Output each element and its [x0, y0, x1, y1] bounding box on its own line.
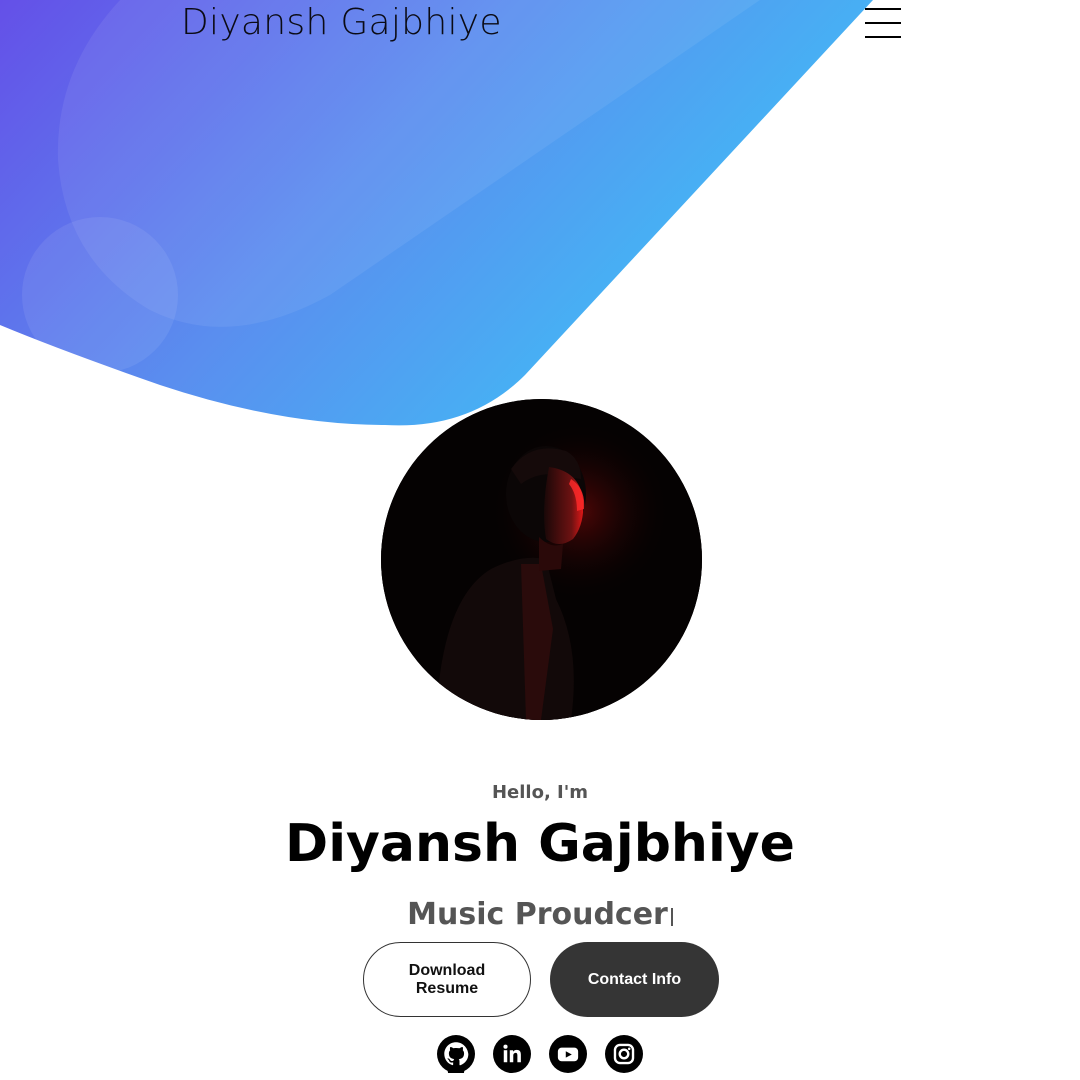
menu-line [865, 36, 901, 38]
role-text: Music Proudcer [407, 897, 668, 932]
linkedin-icon[interactable] [493, 1035, 531, 1073]
instagram-icon[interactable] [605, 1035, 643, 1073]
download-resume-button[interactable]: Download Resume [363, 942, 531, 1017]
youtube-icon[interactable] [549, 1035, 587, 1073]
hamburger-menu-icon[interactable] [865, 8, 903, 40]
contact-info-button[interactable]: Contact Info [550, 942, 719, 1017]
social-links [437, 1035, 643, 1073]
greeting-text: Hello, I'm [491, 782, 589, 803]
hero-name: Diyansh Gajbhiye [285, 814, 795, 874]
typing-caret [670, 908, 673, 926]
menu-line [865, 8, 901, 10]
site-logo[interactable]: Diyansh Gajbhiye [181, 2, 502, 43]
github-icon[interactable] [437, 1035, 475, 1073]
menu-line [865, 22, 901, 24]
hero-role: Music Proudcer [0, 897, 1080, 932]
profile-photo [381, 399, 702, 720]
